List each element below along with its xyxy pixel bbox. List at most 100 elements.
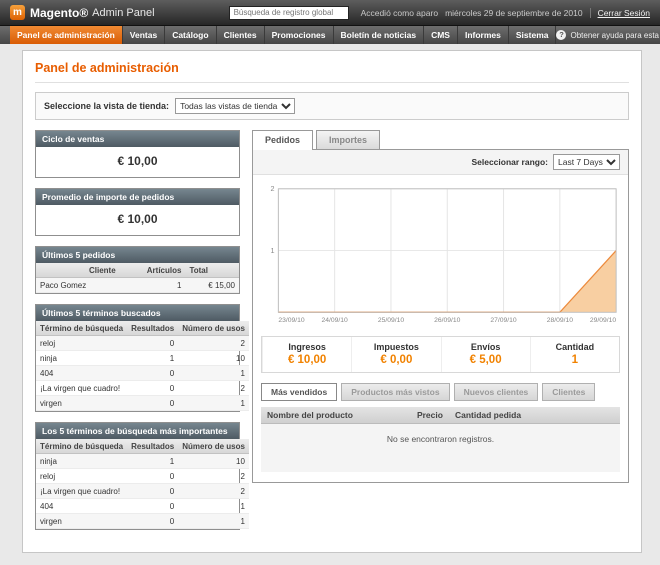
cell-uses: 1 [178,499,249,514]
cell-term: 404 [36,366,127,381]
table-header-row: Término de búsquedaResultadosNúmero de u… [36,321,249,336]
table-row[interactable]: reloj 0 2 [36,469,249,484]
dashboard-tab[interactable]: Clientes [542,383,595,401]
cell-term: reloj [36,336,127,351]
last-search-terms-panel: Últimos 5 términos buscados Término de b… [35,304,240,412]
svg-text:28/09/10: 28/09/10 [547,317,574,324]
dashboard-tab-label: Clientes [552,387,585,397]
logout-link[interactable]: Cerrar Sesión [590,8,650,18]
dashboard-tab-label: Más vendidos [271,387,327,397]
nav-item-label: CMS [431,30,450,40]
nav-item[interactable]: Panel de administración [10,26,123,44]
average-orders-panel: Promedio de importe de pedidos € 10,00 [35,188,240,236]
chart-area: 1223/09/1024/09/1025/09/1026/09/1027/09/… [253,175,628,328]
svg-text:27/09/10: 27/09/10 [490,317,517,324]
help-link[interactable]: ? Obtener ayuda para esta página [556,26,660,44]
empty-message: No se encontraron registros. [261,423,620,472]
chart-tab[interactable]: Pedidos [252,130,313,150]
dashboard-tab[interactable]: Nuevos clientes [454,383,539,401]
cell-results: 0 [127,484,178,499]
stat-label: Ingresos [263,342,351,352]
stat: Envíos € 5,00 [441,337,530,372]
main-nav: Panel de administración Ventas Catálogo … [0,26,660,44]
cell-term: reloj [36,469,127,484]
nav-item[interactable]: Clientes [217,26,265,44]
chart-tab[interactable]: Importes [316,130,380,149]
nav-item[interactable]: Informes [458,26,509,44]
table-row[interactable]: ¡La virgen que cuadro! 0 2 [36,484,249,499]
brand-subtext: Admin Panel [92,7,154,19]
table-row[interactable]: virgen 0 1 [36,396,249,411]
cell-total: € 15,00 [185,278,239,293]
panel-title: Ciclo de ventas [36,131,239,147]
cell-results: 0 [127,514,178,529]
lifetime-sales-panel: Ciclo de ventas € 10,00 [35,130,240,178]
cell-results: 0 [127,366,178,381]
store-view-switcher: Seleccione la vista de tienda: Todas las… [35,92,629,120]
panel-title: Últimos 5 pedidos [36,247,239,263]
average-orders-value: € 10,00 [36,205,239,235]
nav-item[interactable]: CMS [424,26,458,44]
cell-results: 0 [127,381,178,396]
svg-text:25/09/10: 25/09/10 [378,317,405,324]
nav-item-label: Informes [465,30,501,40]
orders-chart: 1223/09/1024/09/1025/09/1026/09/1027/09/… [261,183,620,328]
range-select[interactable]: Last 7 Days [553,154,620,170]
stat-value: € 0,00 [352,354,440,366]
table-row[interactable]: 404 0 1 [36,366,249,381]
store-view-select[interactable]: Todas las vistas de tienda [175,98,295,114]
cell-results: 1 [127,454,178,469]
cell-term: ¡La virgen que cuadro! [36,484,127,499]
nav-item-label: Ventas [130,30,157,40]
table-row[interactable]: ninja 1 10 [36,351,249,366]
stat: Ingresos € 10,00 [262,337,351,372]
last-search-terms-table: Término de búsquedaResultadosNúmero de u… [36,321,249,411]
cell-results: 0 [127,336,178,351]
logged-in-text: Accedió como aparo [361,8,439,18]
cell-results: 0 [127,499,178,514]
nav-item[interactable]: Catálogo [165,26,216,44]
column-header: Término de búsqueda [36,439,127,454]
dashboard-bottom-tabs: Más vendidos Productos más vistos Nuevos… [261,383,620,401]
cell-uses: 10 [178,351,249,366]
page-title: Panel de administración [35,61,629,83]
table-row[interactable]: reloj 0 2 [36,336,249,351]
cell-term: virgen [36,514,127,529]
cell-items: 1 [120,278,186,293]
svg-text:2: 2 [271,184,275,193]
last-orders-table: ClienteArtículosTotal Paco Gomez 1 € 15,… [36,263,239,293]
table-row[interactable]: 404 0 1 [36,499,249,514]
store-view-label: Seleccione la vista de tienda: [44,101,169,111]
nav-item[interactable]: Ventas [123,26,165,44]
nav-item[interactable]: Sistema [509,26,557,44]
dashboard-tab[interactable]: Productos más vistos [341,383,449,401]
chart-tab-label: Pedidos [265,135,300,145]
dashboard-tab-label: Productos más vistos [351,387,439,397]
svg-text:1: 1 [271,246,275,255]
cell-uses: 1 [178,366,249,381]
cell-term: 404 [36,499,127,514]
help-label: Obtener ayuda para esta página [570,31,660,40]
global-search-input[interactable] [229,6,349,20]
column-header: Número de usos [178,439,249,454]
totals-bar: Ingresos € 10,00 Impuestos € 0,00 Envíos [261,336,620,373]
cell-term: ninja [36,454,127,469]
table-row[interactable]: Paco Gomez 1 € 15,00 [36,278,239,293]
column-header: Resultados [127,439,178,454]
nav-item[interactable]: Boletín de noticias [334,26,425,44]
svg-text:29/09/10: 29/09/10 [590,317,617,324]
dashboard-tab-label: Nuevos clientes [464,387,529,397]
cell-uses: 2 [178,336,249,351]
table-row[interactable]: virgen 0 1 [36,514,249,529]
cell-results: 1 [127,351,178,366]
table-row[interactable]: ¡La virgen que cuadro! 0 2 [36,381,249,396]
content-box: Panel de administración Seleccione la vi… [22,50,642,553]
left-column: Ciclo de ventas € 10,00 Promedio de impo… [35,130,240,540]
dashboard-tab[interactable]: Más vendidos [261,383,337,401]
cell-results: 0 [127,396,178,411]
table-row[interactable]: ninja 1 10 [36,454,249,469]
nav-item[interactable]: Promociones [265,26,334,44]
cell-uses: 2 [178,469,249,484]
cell-uses: 1 [178,396,249,411]
chart-tab-label: Importes [329,135,367,145]
